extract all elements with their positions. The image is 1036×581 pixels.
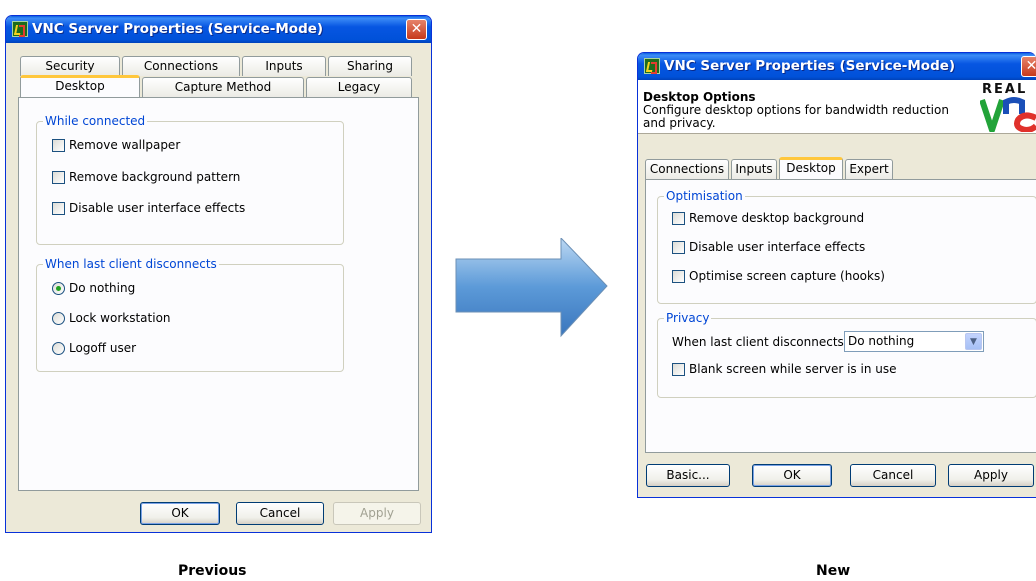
tab-inputs[interactable]: Inputs: [731, 159, 777, 179]
checkbox-box[interactable]: [52, 170, 65, 184]
realvnc-logo: REAL: [976, 82, 1036, 132]
title-bar[interactable]: VNC Server Properties (Service-Mode) ✕: [6, 16, 431, 43]
checkbox-label: Disable user interface effects: [689, 240, 866, 254]
select-value: Do nothing: [848, 334, 915, 348]
checkbox-box[interactable]: [52, 201, 65, 215]
checkbox-label: Optimise screen capture (hooks): [689, 269, 885, 283]
checkbox-label: Remove desktop background: [689, 211, 865, 225]
tab-expert[interactable]: Expert: [845, 159, 893, 179]
apply-button[interactable]: Apply: [333, 502, 421, 525]
apply-button[interactable]: Apply: [948, 464, 1034, 487]
tab-row-front: Desktop Capture Method Legacy: [20, 75, 414, 97]
tab-desktop[interactable]: Desktop: [779, 157, 843, 179]
tab-capture-method[interactable]: Capture Method: [142, 77, 304, 97]
caption-new: New: [816, 563, 851, 579]
do-nothing-radio[interactable]: Do nothing: [52, 281, 135, 295]
group-legend: Optimisation: [664, 189, 745, 203]
ok-button[interactable]: OK: [752, 464, 832, 487]
basic-button[interactable]: Basic...: [646, 464, 730, 487]
checkbox-box[interactable]: [672, 362, 685, 376]
radio-button[interactable]: [52, 341, 65, 355]
tab-panel: While connected Remove wallpaper Remove …: [18, 97, 419, 491]
tab-sharing[interactable]: Sharing: [328, 56, 412, 76]
radio-button[interactable]: [52, 311, 65, 325]
tab-row: Connections Inputs Desktop Expert: [645, 157, 895, 179]
checkbox-label: Remove background pattern: [69, 170, 241, 184]
title-bar[interactable]: VNC Server Properties (Service-Mode) ✕: [638, 53, 1036, 80]
window-title: VNC Server Properties (Service-Mode): [664, 58, 956, 74]
checkbox-label: Remove wallpaper: [69, 138, 181, 152]
close-button[interactable]: ✕: [1021, 56, 1036, 77]
radio-label: Logoff user: [69, 341, 137, 355]
tab-connections[interactable]: Connections: [122, 56, 240, 76]
optimise-screen-capture-checkbox[interactable]: Optimise screen capture (hooks): [672, 269, 885, 283]
vnc-logo-icon: [980, 97, 1036, 132]
vnc-app-icon: [12, 21, 28, 37]
tab-row-back: Security Connections Inputs Sharing: [20, 56, 414, 76]
remove-desktop-background-checkbox[interactable]: Remove desktop background: [672, 211, 864, 225]
checkbox-box[interactable]: [672, 240, 685, 254]
tab-panel: Optimisation Remove desktop background D…: [645, 179, 1036, 453]
remove-wallpaper-checkbox[interactable]: Remove wallpaper: [52, 138, 180, 152]
caption-previous: Previous: [178, 563, 247, 579]
checkbox-box[interactable]: [672, 269, 685, 283]
cancel-button[interactable]: Cancel: [236, 502, 324, 525]
checkbox-label: Blank screen while server is in use: [689, 362, 897, 376]
ok-button[interactable]: OK: [140, 502, 220, 525]
group-while-connected: While connected Remove wallpaper Remove …: [36, 114, 344, 245]
lock-workstation-radio[interactable]: Lock workstation: [52, 311, 171, 325]
right-arrow-icon: [455, 238, 608, 338]
group-legend: When last client disconnects: [43, 257, 219, 271]
header-title: Desktop Options: [643, 90, 756, 104]
new-window: VNC Server Properties (Service-Mode) ✕ D…: [637, 52, 1036, 498]
tab-legacy[interactable]: Legacy: [306, 77, 412, 97]
chevron-down-icon[interactable]: ▼: [965, 333, 982, 350]
radio-button-selected[interactable]: [52, 281, 65, 295]
disable-ui-effects-checkbox[interactable]: Disable user interface effects: [672, 240, 865, 254]
logo-text: REAL: [982, 82, 1028, 97]
radio-label: Lock workstation: [69, 311, 171, 325]
blank-screen-checkbox[interactable]: Blank screen while server is in use: [672, 362, 896, 376]
group-privacy: Privacy When last client disconnects Do …: [657, 311, 1036, 398]
previous-window: VNC Server Properties (Service-Mode) ✕ S…: [5, 15, 432, 533]
logoff-user-radio[interactable]: Logoff user: [52, 341, 136, 355]
tab-inputs[interactable]: Inputs: [242, 56, 326, 76]
checkbox-box[interactable]: [672, 211, 685, 225]
group-optimisation: Optimisation Remove desktop background D…: [657, 189, 1036, 304]
tab-connections[interactable]: Connections: [645, 159, 729, 179]
dialog-header: Desktop Options Configure desktop option…: [638, 80, 1036, 134]
group-last-client-disconnects: When last client disconnects Do nothing …: [36, 257, 344, 372]
tab-desktop[interactable]: Desktop: [20, 75, 140, 97]
checkbox-label: Disable user interface effects: [69, 201, 246, 215]
radio-label: Do nothing: [69, 281, 136, 295]
disable-ui-effects-checkbox[interactable]: Disable user interface effects: [52, 201, 245, 215]
header-description: Configure desktop options for bandwidth …: [643, 103, 949, 130]
group-legend: While connected: [43, 114, 148, 128]
window-title: VNC Server Properties (Service-Mode): [32, 21, 324, 37]
checkbox-box[interactable]: [52, 138, 65, 152]
cancel-button[interactable]: Cancel: [850, 464, 936, 487]
vnc-app-icon: [644, 58, 660, 74]
remove-background-pattern-checkbox[interactable]: Remove background pattern: [52, 170, 240, 184]
tab-security[interactable]: Security: [20, 56, 120, 76]
close-button[interactable]: ✕: [406, 19, 427, 40]
disconnect-action-select[interactable]: Do nothing ▼: [844, 331, 984, 352]
disconnect-action-label: When last client disconnects: [672, 335, 844, 349]
group-legend: Privacy: [664, 311, 712, 325]
